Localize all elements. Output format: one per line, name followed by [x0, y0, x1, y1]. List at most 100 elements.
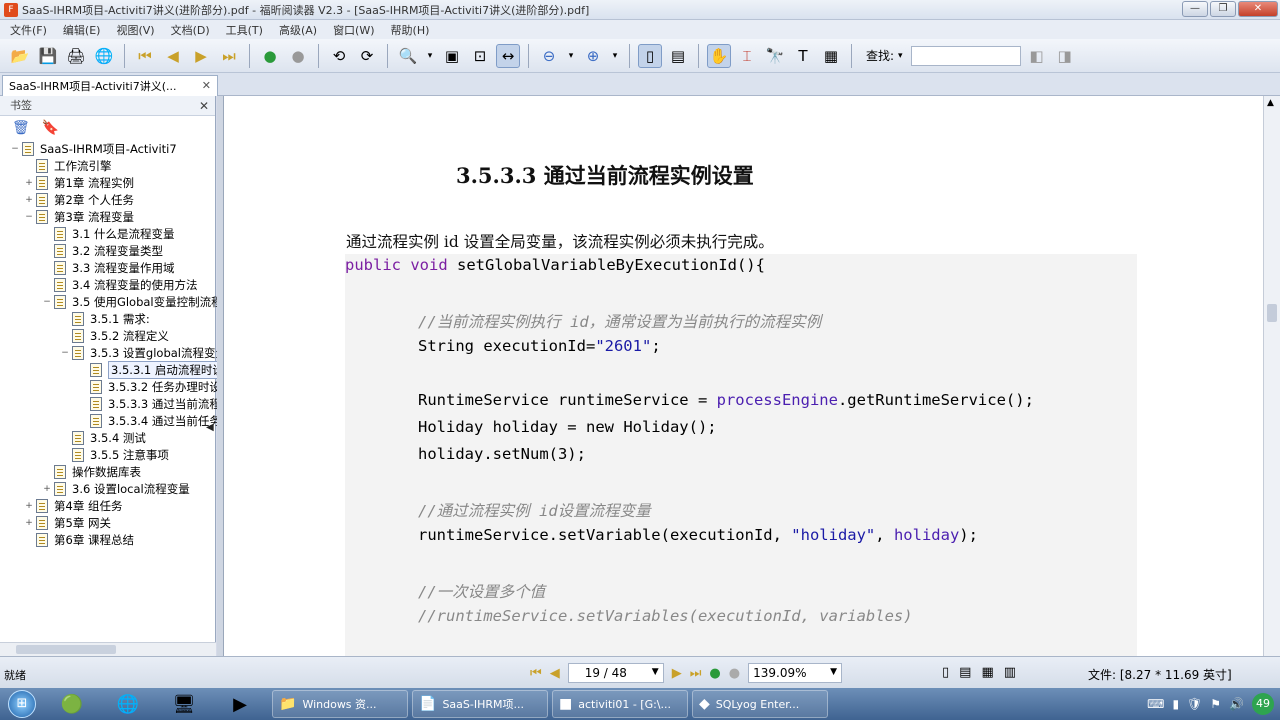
chrome-icon[interactable]: 🌐: [100, 688, 156, 720]
last-page-icon[interactable]: ⏭: [690, 666, 702, 681]
bookmark-item[interactable]: 3.2 流程变量类型: [42, 242, 163, 259]
zoom-field[interactable]: 139.09% ▼: [748, 663, 843, 683]
bookmark-item[interactable]: + 第2章 个人任务: [24, 191, 134, 208]
previous-page-icon[interactable]: ◀: [161, 44, 185, 68]
menu-advanced[interactable]: 高级(A): [279, 22, 317, 38]
notification-badge[interactable]: 49: [1252, 693, 1274, 715]
bookmark-item[interactable]: +3.6 设置local流程变量: [42, 480, 190, 497]
print-icon[interactable]: 🖨: [64, 44, 88, 68]
bookmark-item[interactable]: − SaaS-IHRM项目-Activiti7: [10, 140, 177, 157]
web-icon[interactable]: 🌐: [92, 44, 116, 68]
vertical-scrollbar[interactable]: ▲: [1263, 96, 1280, 656]
start-button[interactable]: ⊞: [0, 688, 44, 720]
pinned-app-icon[interactable]: 🟢: [44, 688, 100, 720]
menu-edit[interactable]: 编辑(E): [63, 22, 101, 38]
expand-toggle-icon[interactable]: −: [10, 144, 20, 154]
find-next-icon[interactable]: ◨: [1053, 44, 1077, 68]
bookmark-item[interactable]: − 第3章 流程变量: [24, 208, 134, 225]
rotate-left-icon[interactable]: ⟲: [327, 44, 351, 68]
task-pdf-reader[interactable]: 📄 SaaS-IHRM项...: [412, 690, 548, 718]
bookmark-item[interactable]: 3.3 流程变量作用域: [42, 259, 174, 276]
last-page-icon[interactable]: ⏭: [217, 44, 241, 68]
find-dropdown-icon[interactable]: ▾: [898, 51, 903, 61]
media-player-icon[interactable]: ▶: [212, 688, 268, 720]
typewriter-icon[interactable]: T: [791, 44, 815, 68]
bookmarks-horizontal-scrollbar[interactable]: [0, 642, 216, 656]
expand-toggle-icon[interactable]: −: [42, 297, 52, 307]
bookmark-item[interactable]: 3.4 流程变量的使用方法: [42, 276, 197, 293]
close-tab-icon[interactable]: ✕: [202, 79, 211, 92]
expand-toggle-icon[interactable]: +: [42, 484, 52, 494]
expand-toggle-icon[interactable]: +: [24, 518, 34, 528]
expand-toggle-icon[interactable]: −: [60, 348, 70, 358]
previous-page-icon[interactable]: ◀: [550, 666, 560, 681]
bookmark-item[interactable]: 3.5.4 测试: [60, 429, 146, 446]
bookmark-item[interactable]: 第6章 课程总结: [24, 531, 134, 548]
hand-tool-icon[interactable]: ✋: [707, 43, 731, 68]
expand-toggle-icon[interactable]: −: [24, 212, 34, 222]
go-forward-icon[interactable]: ●: [286, 44, 310, 68]
find-input[interactable]: [910, 45, 1021, 66]
zoom-out-icon[interactable]: ⊖: [537, 44, 561, 68]
maximize-button[interactable]: ❐: [1210, 1, 1236, 17]
close-button[interactable]: ✕: [1238, 1, 1278, 17]
task-intellij[interactable]: ■ activiti01 - [G:\...: [552, 690, 688, 718]
scroll-up-icon[interactable]: ▲: [1267, 98, 1274, 108]
task-sqlyog[interactable]: ◆ SQLyog Enter...: [692, 690, 828, 718]
menu-help[interactable]: 帮助(H): [391, 22, 430, 38]
snapshot-icon[interactable]: ▦: [819, 44, 843, 68]
bookmark-item[interactable]: 工作流引擎: [24, 157, 112, 174]
expand-toggle-icon[interactable]: +: [24, 178, 34, 188]
minimize-button[interactable]: —: [1182, 1, 1208, 17]
continuous-view-icon[interactable]: ▤: [959, 665, 971, 680]
scroll-thumb[interactable]: [1267, 304, 1277, 322]
bookmark-item[interactable]: − 3.5.3 设置global流程变量: [60, 344, 227, 361]
document-tab[interactable]: SaaS-IHRM项目-Activiti7讲义(... ✕: [2, 75, 218, 96]
go-forward-icon[interactable]: ●: [729, 666, 740, 681]
next-page-icon[interactable]: ▶: [672, 666, 682, 681]
add-bookmark-icon[interactable]: 🔖: [42, 120, 59, 136]
keyboard-icon[interactable]: ⌨: [1147, 697, 1164, 711]
go-back-icon[interactable]: ●: [258, 44, 282, 68]
expand-toggle-icon[interactable]: +: [24, 195, 34, 205]
bookmark-item[interactable]: 3.5.1 需求:: [60, 310, 150, 327]
page-number-field[interactable]: 19 / 48 ▼: [567, 663, 664, 683]
continuous-facing-view-icon[interactable]: ▥: [1004, 665, 1016, 680]
chevron-down-icon[interactable]: ▼: [830, 667, 837, 677]
save-icon[interactable]: 💾: [36, 44, 60, 68]
delete-bookmark-icon[interactable]: 🗑: [12, 120, 30, 136]
bookmark-item[interactable]: 3.5.3.1 启动流程时设置: [78, 360, 239, 379]
first-page-icon[interactable]: ⏮: [133, 44, 157, 68]
bookmark-item[interactable]: 3.5.5 注意事项: [60, 446, 169, 463]
bookmark-item[interactable]: 操作数据库表: [42, 463, 141, 480]
bookmark-item[interactable]: 3.5.3.3 通过当前流程: [78, 395, 221, 412]
zoom-icon[interactable]: 🔍: [396, 44, 420, 68]
facing-view-icon[interactable]: ▦: [981, 665, 993, 680]
first-page-icon[interactable]: ⏮: [530, 666, 542, 681]
select-text-icon[interactable]: ⌶: [735, 44, 759, 68]
go-back-icon[interactable]: ●: [709, 666, 720, 681]
bookmark-item[interactable]: − 3.5 使用Global变量控制流程: [42, 293, 223, 310]
single-page-view-icon[interactable]: ▯: [942, 665, 949, 680]
close-bookmarks-icon[interactable]: ✕: [199, 96, 209, 116]
bookmark-item[interactable]: + 第1章 流程实例: [24, 174, 134, 191]
single-page-icon[interactable]: ▯: [638, 43, 662, 68]
bookmark-item[interactable]: 3.5.3.2 任务办理时设: [78, 378, 221, 395]
flag-icon[interactable]: ⚑: [1210, 697, 1221, 711]
fit-page-icon[interactable]: ⊡: [468, 44, 492, 68]
actual-size-icon[interactable]: ▣: [440, 44, 464, 68]
rotate-right-icon[interactable]: ⟳: [355, 44, 379, 68]
volume-icon[interactable]: 🔊: [1229, 697, 1244, 711]
bookmark-item[interactable]: + 第4章 组任务: [24, 497, 122, 514]
pinned-monitor-icon[interactable]: 🖥: [156, 688, 212, 720]
bookmark-item[interactable]: 3.1 什么是流程变量: [42, 225, 174, 242]
zoom-in-icon[interactable]: ⊕: [581, 44, 605, 68]
find-prev-icon[interactable]: ◧: [1025, 44, 1049, 68]
fit-width-icon[interactable]: ↔: [496, 43, 520, 68]
bookmark-item[interactable]: + 第5章 网关: [24, 514, 111, 531]
menu-file[interactable]: 文件(F): [10, 22, 47, 38]
continuous-icon[interactable]: ▤: [666, 44, 690, 68]
shield-icon[interactable]: 🛡: [1187, 697, 1202, 711]
menu-window[interactable]: 窗口(W): [333, 22, 374, 38]
expand-toggle-icon[interactable]: +: [24, 501, 34, 511]
